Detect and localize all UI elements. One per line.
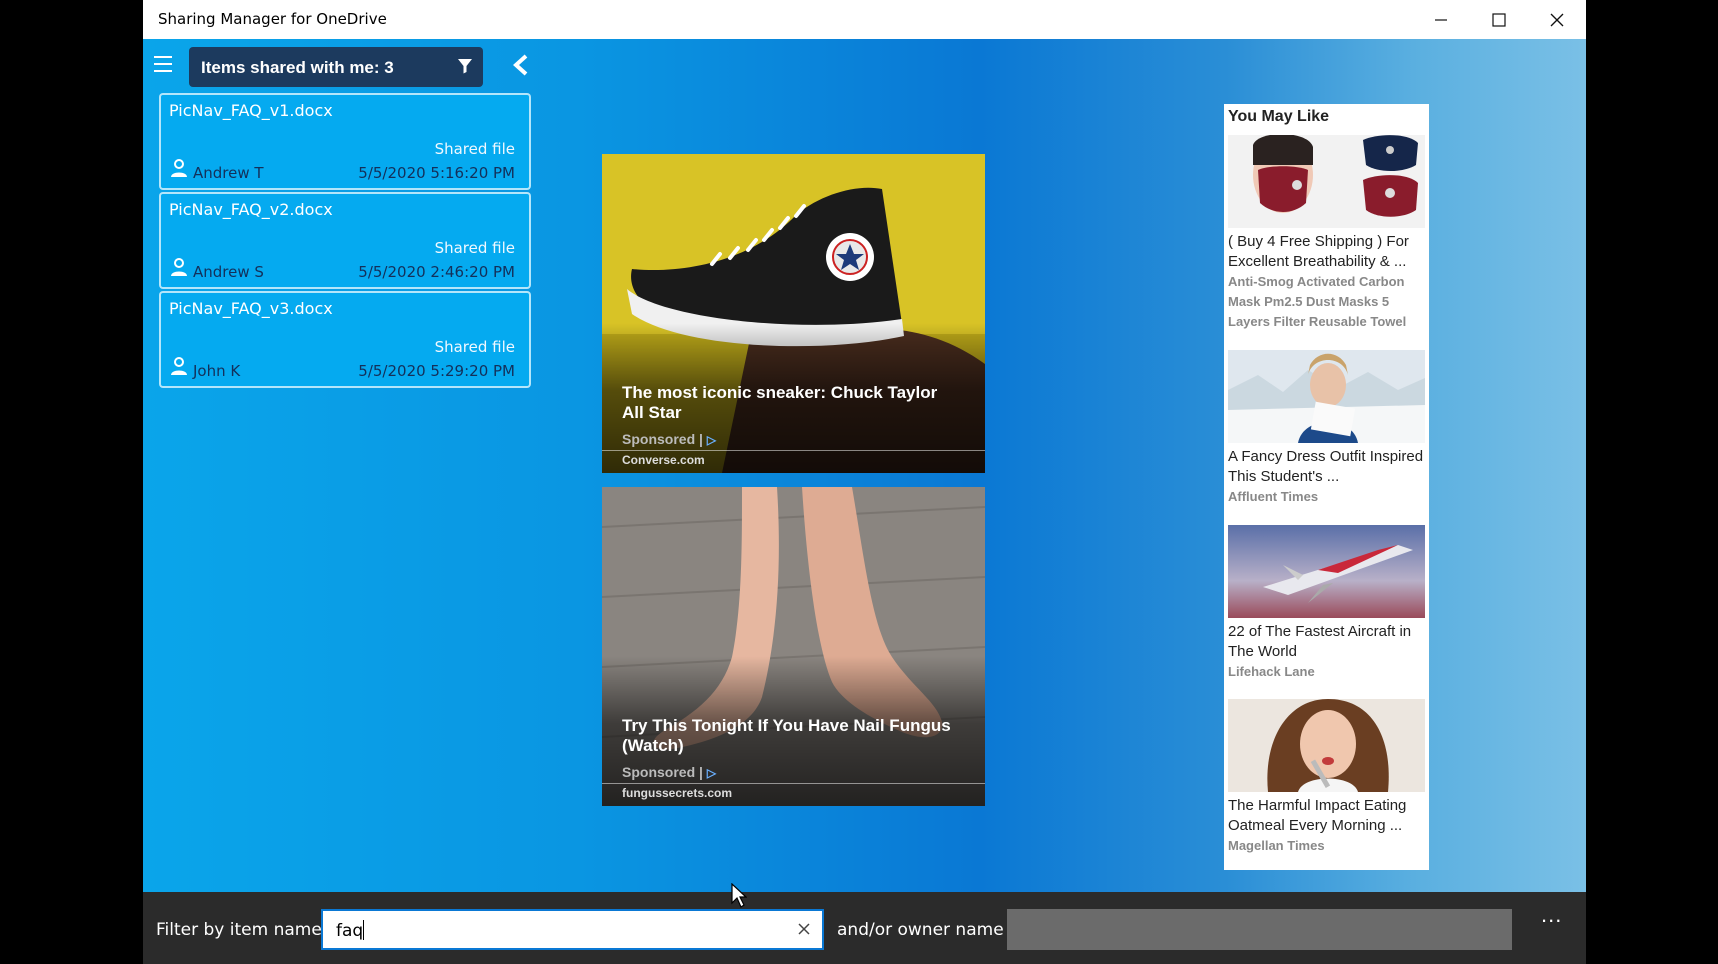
ad-headline: Try This Tonight If You Have Nail Fungus… xyxy=(622,716,951,755)
app-window: Sharing Manager for OneDrive Items share… xyxy=(143,0,1586,964)
recommendation-item[interactable]: A Fancy Dress Outfit Inspired This Stude… xyxy=(1228,350,1425,507)
recommendation-source: Affluent Times xyxy=(1228,489,1319,504)
window-title: Sharing Manager for OneDrive xyxy=(158,10,387,28)
user-icon xyxy=(171,357,187,375)
aircraft-image xyxy=(1228,525,1425,618)
ad-tile[interactable]: The most iconic sneaker: Chuck Taylor Al… xyxy=(602,154,985,473)
item-name: PicNav_FAQ_v3.docx xyxy=(169,299,333,318)
maximize-icon xyxy=(1492,12,1506,27)
ad-sponsored-label: Sponsored | ▷ xyxy=(622,764,717,780)
item-date: 5/5/2020 5:29:20 PM xyxy=(358,362,515,380)
user-icon xyxy=(171,159,187,177)
filter-icon[interactable] xyxy=(457,58,473,74)
ad-headline: The most iconic sneaker: Chuck Taylor Al… xyxy=(622,383,938,422)
recommendations-heading: You May Like xyxy=(1228,108,1330,125)
recommendation-source: Magellan Times xyxy=(1228,838,1325,853)
items-header: Items shared with me: 3 xyxy=(189,47,483,87)
item-owner: John K xyxy=(193,362,241,380)
clear-icon[interactable] xyxy=(794,919,814,939)
owner-name-filter-input[interactable] xyxy=(1007,909,1512,950)
item-name: PicNav_FAQ_v2.docx xyxy=(169,200,333,219)
ad-source: fungussecrets.com xyxy=(622,786,733,800)
item-name: PicNav_FAQ_v1.docx xyxy=(169,101,333,120)
recommendation-item[interactable]: The Harmful Impact Eating Oatmeal Every … xyxy=(1228,699,1425,856)
recommendation-title: 22 of The Fastest Aircraft in The World xyxy=(1228,623,1412,660)
masks-image xyxy=(1228,135,1425,228)
hamburger-menu-icon[interactable] xyxy=(154,56,172,72)
ad-source: Converse.com xyxy=(622,453,705,467)
adchoices-icon: ▷ xyxy=(706,433,717,447)
item-type: Shared file xyxy=(434,140,515,158)
ad-sponsored-label: Sponsored | ▷ xyxy=(622,431,717,447)
shared-item-card[interactable]: PicNav_FAQ_v2.docx Shared file Andrew S … xyxy=(159,192,531,289)
items-count-label: Items shared with me: 3 xyxy=(201,58,394,77)
collapse-pane-icon[interactable] xyxy=(510,53,532,77)
recommendation-item[interactable]: 22 of The Fastest Aircraft in The World … xyxy=(1228,525,1425,682)
recommendation-title: A Fancy Dress Outfit Inspired This Stude… xyxy=(1228,448,1424,485)
more-options-icon[interactable]: ... xyxy=(1541,902,1562,928)
item-type: Shared file xyxy=(434,338,515,356)
shared-item-card[interactable]: PicNav_FAQ_v3.docx Shared file John K 5/… xyxy=(159,291,531,388)
user-icon xyxy=(171,258,187,276)
item-owner: Andrew T xyxy=(193,164,264,182)
title-bar: Sharing Manager for OneDrive xyxy=(143,0,1586,39)
minimize-icon xyxy=(1435,18,1447,21)
shared-item-card[interactable]: PicNav_FAQ_v1.docx Shared file Andrew T … xyxy=(159,93,531,190)
recommendation-source: Anti-Smog Activated Carbon Mask Pm2.5 Du… xyxy=(1228,274,1407,329)
filter-bar: Filter by item name faq and/or owner nam… xyxy=(143,892,1586,964)
student-image xyxy=(1228,350,1425,443)
minimize-button[interactable] xyxy=(1412,0,1470,39)
item-name-filter-input[interactable]: faq xyxy=(321,909,824,950)
close-button[interactable] xyxy=(1528,0,1586,39)
main-content: Items shared with me: 3 PicNav_FAQ_v1.do… xyxy=(143,39,1586,892)
recommendation-title: The Harmful Impact Eating Oatmeal Every … xyxy=(1228,797,1407,834)
recommendation-source: Lifehack Lane xyxy=(1228,664,1315,679)
mouse-cursor-icon xyxy=(731,883,747,908)
oatmeal-image xyxy=(1228,699,1425,792)
adchoices-icon: ▷ xyxy=(706,766,717,780)
recommendations-panel: You May Like ( Buy 4 Free Shipping ) For… xyxy=(1224,104,1429,870)
owner-filter-label: and/or owner name xyxy=(837,920,1004,940)
close-icon xyxy=(1550,13,1564,26)
item-filter-value: faq xyxy=(336,920,365,941)
item-filter-label: Filter by item name xyxy=(156,920,322,940)
ad-tile[interactable]: Try This Tonight If You Have Nail Fungus… xyxy=(602,487,985,806)
item-type: Shared file xyxy=(434,239,515,257)
item-date: 5/5/2020 2:46:20 PM xyxy=(358,263,515,281)
item-date: 5/5/2020 5:16:20 PM xyxy=(358,164,515,182)
item-owner: Andrew S xyxy=(193,263,264,281)
recommendation-item[interactable]: ( Buy 4 Free Shipping ) For Excellent Br… xyxy=(1228,135,1425,332)
recommendation-title: ( Buy 4 Free Shipping ) For Excellent Br… xyxy=(1228,233,1409,270)
maximize-button[interactable] xyxy=(1470,0,1528,39)
